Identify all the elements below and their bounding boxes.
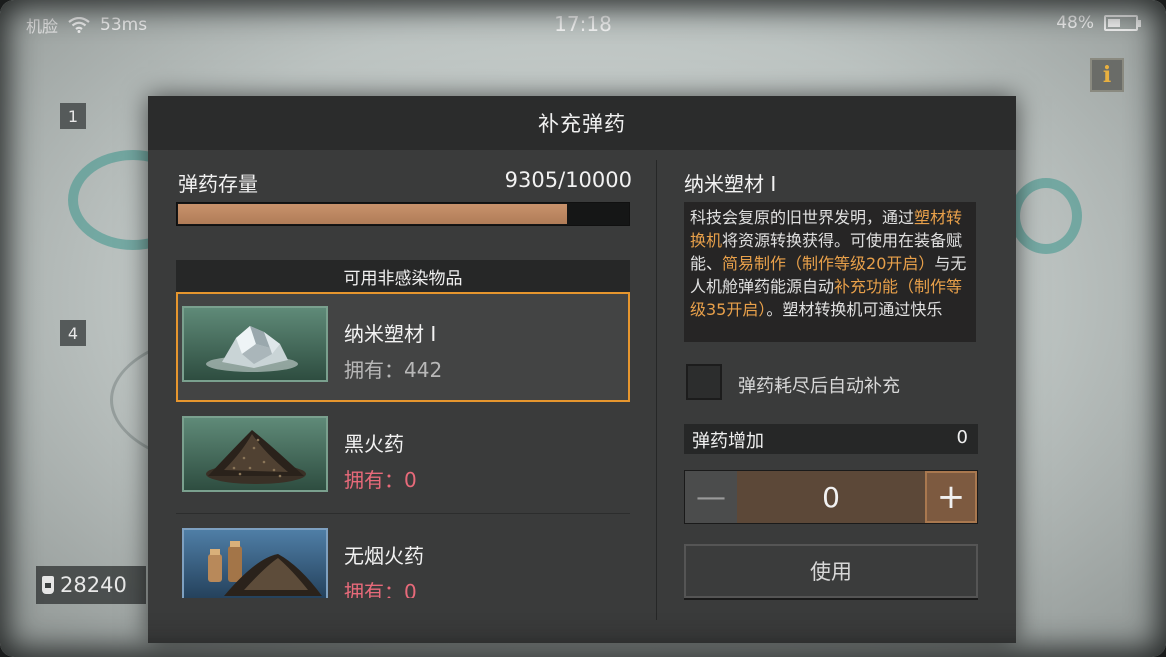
status-bar: 机脸 53ms 17:18 48% <box>0 0 1166 48</box>
ammo-increase-value: 0 <box>956 427 968 448</box>
items-list[interactable]: 纳米塑材 I 拥有：442 黑火药 拥有：0 无烟火药 拥有：0 <box>176 292 630 598</box>
item-owned-count: 拥有：0 <box>344 580 417 598</box>
item-name: 无烟火药 <box>344 544 424 568</box>
game-screen: 1 4 i 28240 机脸 53ms 17:18 48% 补充弹药 弹药存量 … <box>0 0 1166 657</box>
battery-icon <box>1104 15 1141 31</box>
quantity-stepper: — 0 + <box>684 470 978 524</box>
info-button[interactable]: i <box>1090 58 1124 92</box>
money-amount: 28240 <box>60 573 127 597</box>
description-box[interactable]: 科技会复原的旧世界发明，通过塑材转换机将资源转换获得。可使用在装备赋能、简易制作… <box>684 202 976 342</box>
auto-refill-checkbox[interactable] <box>686 364 722 400</box>
background-ring-right <box>1010 178 1082 254</box>
battery-level <box>1108 19 1121 27</box>
refill-ammo-dialog: 补充弹药 弹药存量 9305/10000 可用非感染物品 纳米塑材 I 拥有：4… <box>148 96 1016 643</box>
plus-button[interactable]: + <box>925 471 977 523</box>
black-powder-icon <box>182 416 328 492</box>
minus-button[interactable]: — <box>685 471 737 523</box>
item-name: 黑火药 <box>344 432 404 456</box>
items-header: 可用非感染物品 <box>176 260 630 292</box>
money-display: 28240 <box>36 566 146 604</box>
ammo-stock-count: 9305/10000 <box>504 168 632 192</box>
smokeless-powder-icon <box>182 528 328 598</box>
item-black-powder[interactable]: 黑火药 拥有：0 <box>176 402 630 514</box>
ammo-stock-fill <box>178 204 567 224</box>
item-name: 纳米塑材 I <box>344 322 437 346</box>
detail-title: 纳米塑材 I <box>684 172 777 196</box>
panel-divider <box>656 160 657 620</box>
clock: 17:18 <box>554 12 612 36</box>
status-right: 48% <box>1056 13 1141 33</box>
ammo-stock-label: 弹药存量 <box>178 172 258 196</box>
item-owned-count: 拥有：442 <box>344 358 443 382</box>
nano-plastic-icon <box>182 306 328 382</box>
dialog-title: 补充弹药 <box>148 96 1016 150</box>
ammo-increase-row: 弹药增加 0 <box>684 424 978 454</box>
slot-number-4: 4 <box>60 320 86 346</box>
item-nano-plastic[interactable]: 纳米塑材 I 拥有：442 <box>176 292 630 402</box>
battery-percent: 48% <box>1056 13 1094 33</box>
item-owned-count: 拥有：0 <box>344 468 417 492</box>
ammo-increase-label: 弹药增加 <box>692 431 764 452</box>
auto-refill-label: 弹药耗尽后自动补充 <box>738 376 900 397</box>
quantity-value[interactable]: 0 <box>737 471 925 523</box>
item-smokeless-powder[interactable]: 无烟火药 拥有：0 <box>176 514 630 598</box>
ammo-stock-bar <box>176 202 630 226</box>
item-description: 科技会复原的旧世界发明，通过塑材转换机将资源转换获得。可使用在装备赋能、简易制作… <box>690 208 967 319</box>
use-button[interactable]: 使用 <box>684 544 978 598</box>
slot-number-1: 1 <box>60 103 86 129</box>
money-bag-icon <box>42 576 54 594</box>
